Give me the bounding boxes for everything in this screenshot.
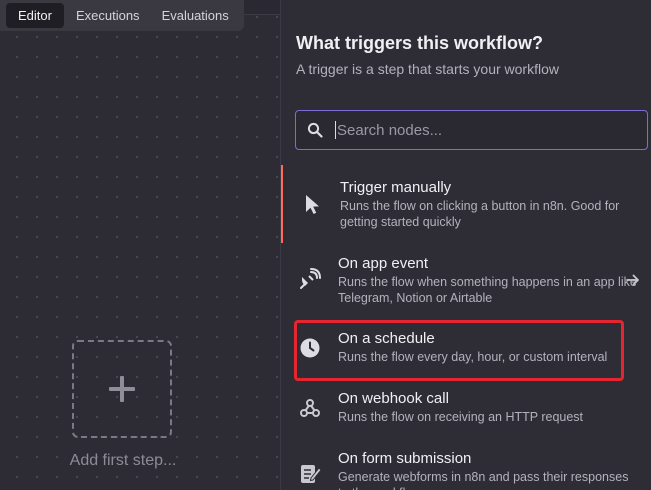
trigger-item-title: On webhook call: [338, 390, 449, 407]
trigger-item-title: On app event: [338, 255, 429, 272]
trigger-item-manual[interactable]: Trigger manually Runs the flow on clicki…: [281, 165, 651, 243]
satellite-icon: [300, 268, 321, 289]
trigger-item-description: Runs the flow on clicking a button in n8…: [340, 199, 620, 229]
tab-evaluations[interactable]: Evaluations: [152, 3, 239, 28]
trigger-item-title: On a schedule: [338, 330, 435, 347]
trigger-item-description: Runs the flow when something happens in …: [338, 275, 637, 305]
canvas-top-strip: [244, 0, 280, 15]
trigger-panel: What triggers this workflow? A trigger i…: [280, 0, 651, 490]
trigger-item-description: Runs the flow on receiving an HTTP reque…: [338, 410, 584, 424]
panel-subtitle: A trigger is a step that starts your wor…: [296, 61, 559, 77]
trigger-item-description: Runs the flow every day, hour, or custom…: [338, 350, 608, 364]
plus-icon: [109, 376, 135, 402]
panel-title: What triggers this workflow?: [296, 33, 544, 53]
trigger-item-title: Trigger manually: [340, 179, 452, 196]
search-box[interactable]: [295, 110, 648, 150]
webhook-icon: [300, 399, 320, 417]
search-icon: [307, 122, 323, 138]
trigger-item-app-event[interactable]: On app event Runs the flow when somethin…: [281, 250, 651, 312]
trigger-item-form[interactable]: On form submission Generate webforms in …: [281, 444, 651, 490]
form-icon: [301, 465, 321, 483]
trigger-item-webhook[interactable]: On webhook call Runs the flow on receivi…: [281, 385, 651, 435]
tab-editor[interactable]: Editor: [6, 3, 64, 28]
arrow-right-icon: [626, 274, 639, 286]
add-first-step-button[interactable]: [72, 340, 172, 438]
view-tabs: Editor Executions Evaluations: [0, 0, 244, 31]
trigger-item-title: On form submission: [338, 450, 472, 467]
trigger-item-description: Generate webforms in n8n and pass their …: [338, 470, 629, 490]
tab-executions[interactable]: Executions: [66, 3, 150, 28]
search-input[interactable]: [335, 120, 647, 140]
trigger-item-schedule[interactable]: On a schedule Runs the flow every day, h…: [281, 325, 651, 375]
clock-icon: [300, 338, 320, 358]
cursor-icon: [306, 195, 319, 214]
add-first-step-label: Add first step...: [69, 452, 177, 469]
